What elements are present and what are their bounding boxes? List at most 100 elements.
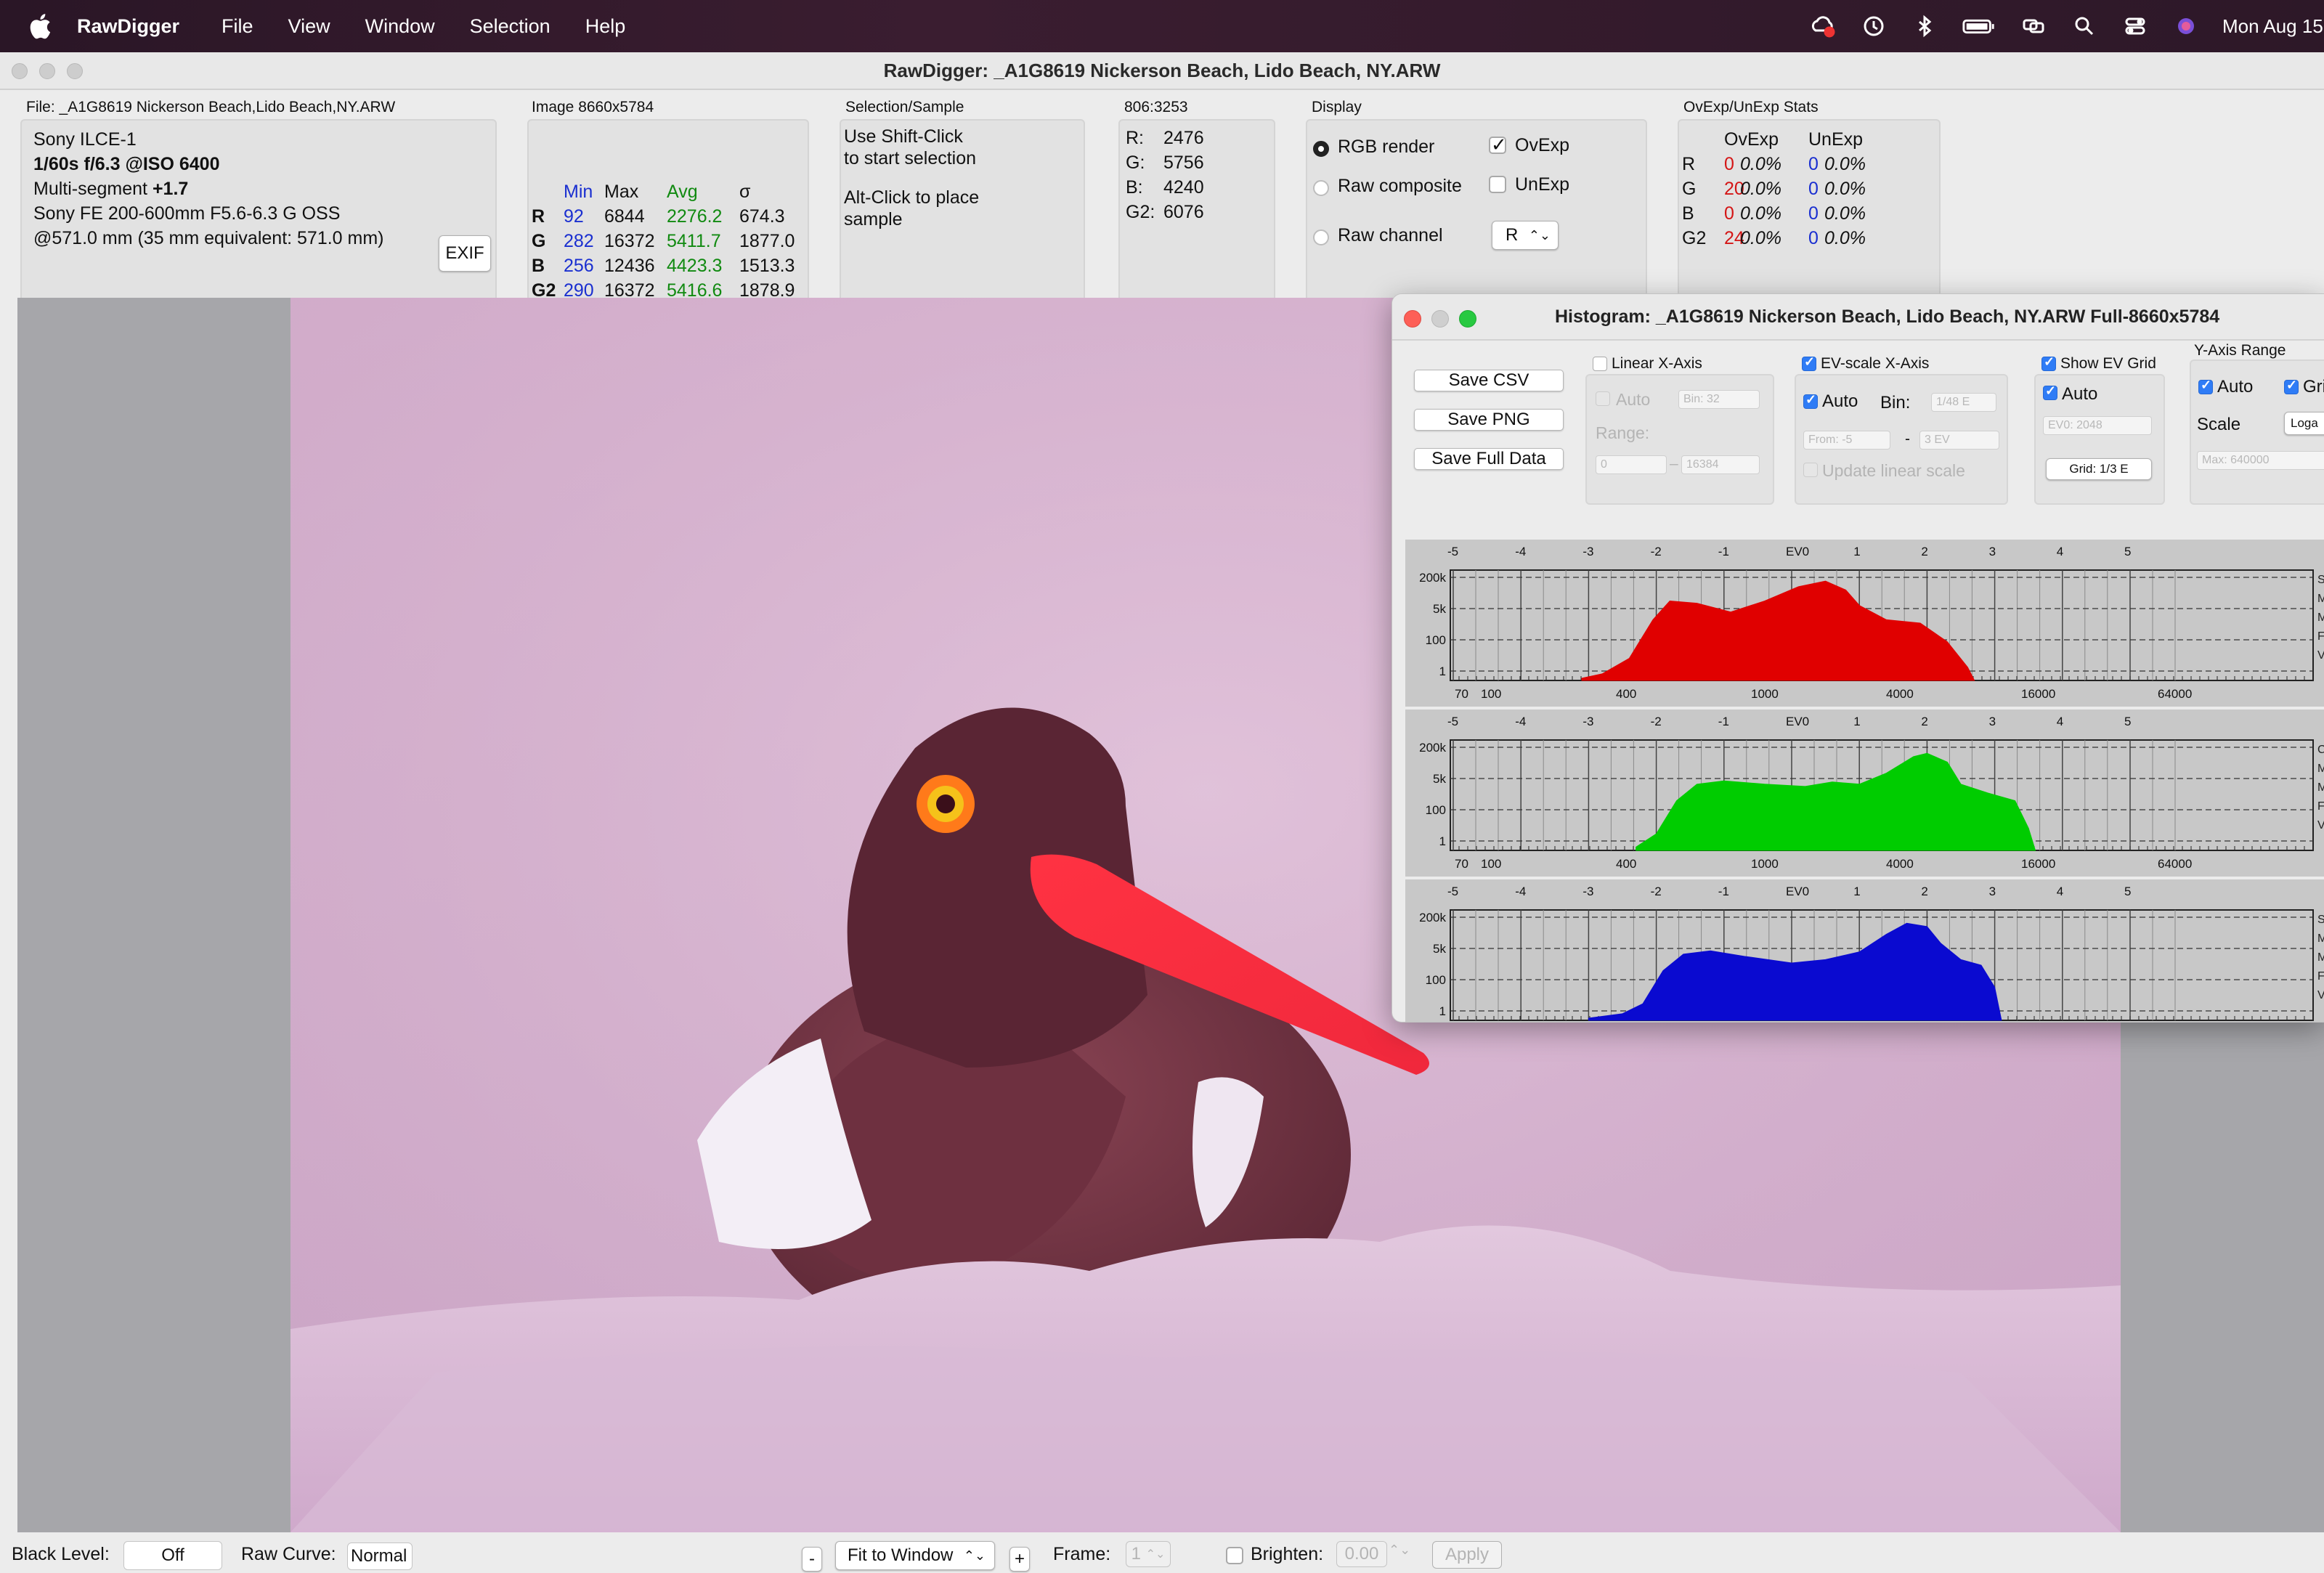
linear-tick-label: 100 [1481,687,1501,701]
min-header: Min [564,182,593,202]
linear-x-axis-checkbox[interactable] [1593,357,1607,371]
ovexp-stats-panel: OvExp UnExp R 0 0.0% 0 0.0% G 20 0.0% 0 0.0% B 0 0.0… [1678,119,1941,322]
scale-select[interactable]: Loga [2284,412,2324,435]
grid-auto-checkbox[interactable] [2043,383,2057,400]
ovexp-checkbox[interactable] [1489,134,1507,156]
coord-channel-label: R: [1126,128,1144,148]
menu-help[interactable]: Help [585,15,626,38]
apply-button[interactable]: Apply [1432,1541,1502,1569]
range-label: Range: [1596,423,1650,442]
histogram-close-button[interactable] [1404,310,1421,328]
min-value: 92 [564,206,584,227]
save-full-data-button[interactable]: Save Full Data [1414,448,1564,470]
frame-stepper[interactable]: 1 ⌃⌄ [1126,1541,1171,1567]
range-from-field[interactable]: 0 [1596,455,1667,474]
y-grid-checkbox[interactable] [2284,378,2299,394]
y-tick-label: 1 [1439,834,1446,848]
linear-tick-label: 64000 [2158,687,2192,701]
ev-scale-x-axis-checkbox[interactable] [1802,354,1816,371]
time-machine-icon[interactable] [1859,12,1888,41]
legend-letter: M [2317,763,2324,775]
menu-window[interactable]: Window [365,15,435,38]
histogram-minimize-button[interactable] [1431,310,1449,328]
file-panel-label: File: _A1G8619 Nickerson Beach,Lido Beac… [26,99,396,115]
ev0-field[interactable]: EV0: 2048 [2043,416,2152,435]
y-tick-label: 100 [1426,633,1446,647]
spotlight-search-icon[interactable] [2070,12,2099,41]
ev-to-field[interactable]: 3 EV [1919,431,1999,450]
ovexp-percent: 0.0% [1740,179,1781,199]
ev-from-field[interactable]: From: -5 [1803,431,1890,450]
show-ev-grid-label: Show EV Grid [2060,355,2156,372]
unexp-checkbox[interactable] [1489,176,1506,193]
creative-cloud-icon[interactable] [1808,12,1837,41]
unexp-percent: 0.0% [1824,179,1866,199]
linear-auto-checkbox[interactable] [1596,391,1610,406]
app-menu[interactable]: RawDigger [77,15,179,38]
zoom-value: Fit to Window [848,1545,954,1565]
raw-curve-field[interactable]: Normal [347,1542,413,1570]
control-center-icon[interactable] [2121,12,2150,41]
ev-tick-label: 2 [1921,715,1927,728]
battery-icon[interactable] [1961,12,1997,41]
ovexp-percent: 0.0% [1740,154,1781,174]
histogram-plot-red[interactable]: -5 -4 -3 -2 -1 EV0 1 2 3 4 5 200k 5k 100 1 70 100 400 1000… [1405,540,2324,707]
stat-channel-label: R [1682,154,1696,174]
histogram-plot-green[interactable]: -5 -4 -3 -2 -1 EV0 1 2 3 4 5 200k 5k 100 1 70 100 400 1000… [1405,710,2324,877]
unexp-count: 0 [1808,179,1819,199]
raw-composite-radio[interactable] [1313,180,1329,196]
bluetooth-icon[interactable] [1910,12,1939,41]
brighten-label: Brighten: [1251,1544,1324,1564]
brighten-stepper-icon[interactable]: ⌃⌄ [1389,1542,1410,1558]
y-auto-checkbox[interactable] [2198,378,2213,394]
brighten-checkbox[interactable] [1226,1547,1243,1564]
raw-channel-select[interactable]: R ⌃⌄ [1492,221,1559,250]
ev-tick-label: 4 [2057,545,2063,558]
y-tick-label: 1 [1439,1004,1446,1018]
menu-selection[interactable]: Selection [470,15,550,38]
histogram-window: Histogram: _A1G8619 Nickerson Beach, Lid… [1391,293,2324,1023]
apple-menu-icon[interactable] [26,12,52,41]
exif-button[interactable]: EXIF [439,235,491,272]
zoom-out-button[interactable]: - [802,1547,822,1572]
bottom-toolbar: Black Level: Off Raw Curve: Normal - Fit… [0,1534,2324,1573]
ev-bin-select[interactable]: 1/48 E [1931,393,1996,412]
ev-auto-checkbox[interactable] [1803,392,1818,409]
show-ev-grid-checkbox[interactable] [2041,354,2056,371]
zoom-window-button[interactable] [67,63,83,79]
brighten-field[interactable]: 0.00 [1336,1541,1387,1567]
update-linear-scale-checkbox[interactable] [1803,463,1818,477]
stat-channel-label: G [1682,179,1697,199]
zoom-select[interactable]: Fit to Window ⌃⌄ [835,1541,995,1570]
screen-mirroring-icon[interactable] [2019,12,2048,41]
zoom-stepper-icon: ⌃⌄ [963,1548,986,1563]
frame-label: Frame: [1053,1544,1111,1564]
y-max-field[interactable]: Max: 640000 [2197,451,2324,470]
ev-tick-label: 3 [1989,545,1996,558]
selection-panel-label: Selection/Sample [845,99,964,115]
siri-icon[interactable] [2171,12,2201,41]
save-csv-button[interactable]: Save CSV [1414,370,1564,391]
histogram-zoom-button[interactable] [1459,310,1476,328]
menu-clock[interactable]: Mon Aug 15 [2222,15,2324,38]
ev-tick-label: EV0 [1786,545,1809,558]
menu-view[interactable]: View [288,15,330,38]
save-png-button[interactable]: Save PNG [1414,409,1564,431]
menu-file[interactable]: File [222,15,253,38]
black-level-field[interactable]: Off [123,1541,222,1570]
rgb-render-radio[interactable] [1313,141,1329,157]
raw-channel-radio[interactable] [1313,229,1329,245]
histogram-plot-blue[interactable]: -5-4-3-2-1EV012345200k5k1001701004001000… [1405,879,2324,1023]
close-window-button[interactable] [12,63,28,79]
channel-label: G [532,231,546,251]
lens-info: Sony FE 200-600mm F5.6-6.3 G OSS [33,203,341,224]
range-to-field[interactable]: 16384 [1681,455,1760,474]
select-stepper-icon: ⌃⌄ [1528,227,1551,243]
linear-bin-field[interactable]: Bin: 32 [1678,390,1760,409]
histogram-titlebar: Histogram: _A1G8619 Nickerson Beach, Lid… [1392,294,2324,341]
minimize-window-button[interactable] [39,63,55,79]
metering-mode: Multi-segment [33,179,147,199]
coord-channel-value: 5756 [1163,153,1204,173]
grid-step-select[interactable]: Grid: 1/3 E [2046,458,2152,480]
zoom-in-button[interactable]: + [1009,1547,1030,1572]
